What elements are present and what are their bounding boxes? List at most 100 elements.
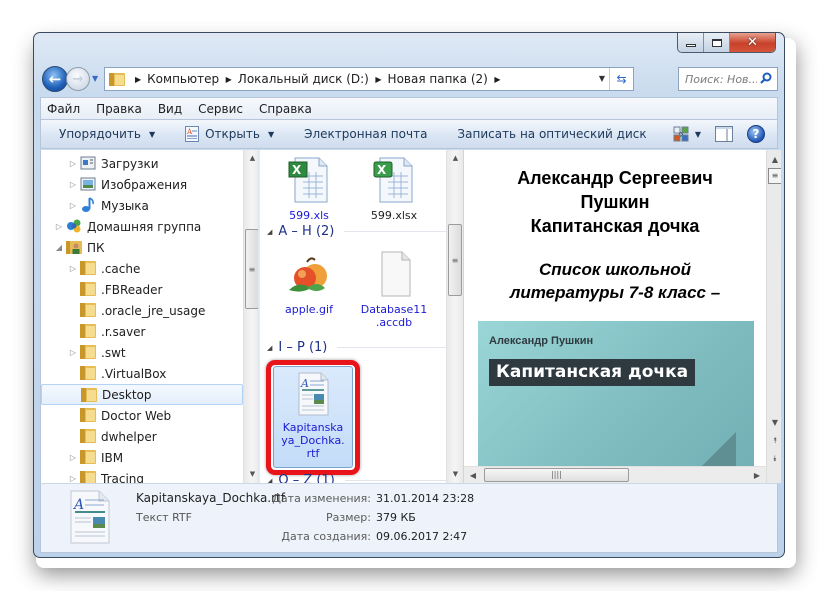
expand-arrow-icon[interactable]: ▷ bbox=[68, 180, 78, 189]
file-item[interactable]: X 599.xls bbox=[269, 156, 349, 222]
tree-item[interactable]: dwhelper bbox=[41, 426, 243, 447]
breadcrumb-new-folder[interactable]: Новая папка (2) ▶ bbox=[388, 72, 507, 86]
tree-item-label: .VirtualBox bbox=[101, 366, 167, 381]
tree-item[interactable]: .VirtualBox bbox=[41, 363, 243, 384]
open-button[interactable]: A Открыть ▼ bbox=[185, 126, 274, 142]
tree-item[interactable]: ▷ Домашняя группа bbox=[41, 216, 243, 237]
chevron-right-icon[interactable]: ▶ bbox=[492, 75, 500, 84]
previous-page-button[interactable]: ⯭ bbox=[767, 433, 781, 449]
menu-file[interactable]: Файл bbox=[47, 102, 80, 116]
caption-buttons: ✕ bbox=[677, 33, 776, 53]
svg-text:X: X bbox=[377, 163, 387, 177]
details-modified-value: 31.01.2014 23:28 bbox=[376, 492, 475, 505]
file-list-scrollbar[interactable]: ▲ ≡ ▼ bbox=[446, 150, 463, 483]
tree-item[interactable]: ◢ ПК bbox=[41, 237, 243, 258]
change-view-icon[interactable] bbox=[673, 126, 689, 142]
group-header-a-h[interactable]: ◢ A – H (2) bbox=[267, 224, 447, 239]
scroll-up-arrow[interactable]: ▲ bbox=[767, 152, 781, 168]
group-header-label: I – P (1) bbox=[278, 340, 328, 355]
file-item[interactable]: X 599.xlsx bbox=[354, 156, 434, 222]
organize-button[interactable]: Упорядочить ▼ bbox=[59, 127, 155, 141]
menu-view[interactable]: Вид bbox=[158, 102, 182, 116]
tree-item[interactable]: Desktop bbox=[41, 384, 243, 405]
file-name: apple.gif bbox=[285, 303, 333, 316]
burn-disc-button[interactable]: Записать на оптический диск bbox=[457, 127, 646, 141]
tree-item[interactable]: ▷ IBM bbox=[41, 447, 243, 468]
preview-horizontal-scrollbar[interactable]: ◀ |||| ▶ bbox=[464, 466, 766, 483]
scroll-thumb[interactable]: ≡ bbox=[245, 229, 259, 309]
details-size-label: Размер: bbox=[326, 511, 371, 524]
tree-item[interactable]: ▷ Музыка bbox=[41, 195, 243, 216]
expand-arrow-icon[interactable]: ▷ bbox=[68, 474, 78, 483]
breadcrumb-separator[interactable]: ▶ bbox=[131, 75, 147, 84]
tree-item[interactable]: ▷ Изображения bbox=[41, 174, 243, 195]
view-options-dropdown[interactable]: ▼ bbox=[695, 130, 701, 139]
tree-item-label: .FBReader bbox=[101, 282, 163, 297]
tree-item-label: .oracle_jre_usage bbox=[101, 303, 206, 318]
scroll-left-arrow[interactable]: ◀ bbox=[466, 467, 480, 483]
menu-edit[interactable]: Правка bbox=[96, 102, 142, 116]
search-icon[interactable] bbox=[760, 72, 772, 84]
address-bar[interactable]: ▶ Компьютер ▶ Локальный диск (D:) ▶ Нова… bbox=[104, 67, 634, 91]
chevron-right-icon[interactable]: ▶ bbox=[223, 75, 232, 84]
menu-tools[interactable]: Сервис bbox=[198, 102, 243, 116]
tree-item[interactable]: .FBReader bbox=[41, 279, 243, 300]
file-item[interactable]: apple.gif bbox=[269, 250, 349, 316]
group-header-label: O – Z (1) bbox=[278, 473, 335, 483]
tree-item[interactable]: ▷ .cache bbox=[41, 258, 243, 279]
tree-item-label: Домашняя группа bbox=[87, 219, 202, 234]
tree-item[interactable]: .oracle_jre_usage bbox=[41, 300, 243, 321]
preview-vertical-scrollbar[interactable]: ▲ ≡ ▼ ⯭ ⯯ bbox=[766, 150, 781, 483]
blank-document-icon bbox=[381, 251, 411, 297]
refresh-button[interactable]: ⇆ bbox=[609, 68, 633, 90]
maximize-button[interactable] bbox=[704, 33, 730, 52]
close-button[interactable]: ✕ bbox=[730, 33, 775, 52]
tree-item[interactable]: ▷ Tracing bbox=[41, 468, 243, 483]
file-item[interactable]: Database11 .accdb bbox=[354, 250, 434, 329]
scroll-right-arrow[interactable]: ▶ bbox=[750, 467, 764, 483]
next-page-button[interactable]: ⯯ bbox=[767, 451, 781, 467]
address-history-dropdown[interactable]: ▼ bbox=[599, 74, 605, 83]
tree-item[interactable]: Doctor Web bbox=[41, 405, 243, 426]
expand-arrow-icon[interactable]: ▷ bbox=[68, 159, 78, 168]
tree-item-label: IBM bbox=[101, 450, 124, 465]
scroll-thumb[interactable]: ≡ bbox=[768, 168, 781, 184]
expand-arrow-icon[interactable]: ▷ bbox=[68, 201, 78, 210]
expand-arrow-icon[interactable]: ▷ bbox=[68, 264, 78, 273]
group-divider bbox=[344, 480, 447, 481]
back-button[interactable]: ← bbox=[42, 66, 68, 92]
search-input[interactable] bbox=[685, 72, 757, 86]
scroll-thumb[interactable]: |||| bbox=[484, 468, 629, 482]
preview-pane-icon[interactable] bbox=[715, 126, 733, 142]
collapse-arrow-icon[interactable]: ◢ bbox=[54, 243, 64, 252]
document-icon: A bbox=[185, 126, 200, 142]
tree-item[interactable]: .r.saver bbox=[41, 321, 243, 342]
folder-icon bbox=[80, 470, 96, 483]
forward-button[interactable]: → bbox=[66, 67, 90, 91]
breadcrumb-local-disk[interactable]: Локальный диск (D:) ▶ bbox=[238, 72, 388, 86]
chevron-right-icon[interactable]: ▶ bbox=[373, 75, 381, 84]
expand-arrow-icon[interactable]: ▷ bbox=[54, 222, 64, 231]
breadcrumb-computer[interactable]: Компьютер ▶ bbox=[147, 72, 238, 86]
group-header-i-p[interactable]: ◢ I – P (1) bbox=[267, 340, 447, 355]
folder-icon bbox=[109, 73, 125, 86]
email-button[interactable]: Электронная почта bbox=[304, 127, 427, 141]
scroll-down-arrow[interactable]: ▼ bbox=[447, 466, 464, 483]
expand-arrow-icon[interactable]: ▷ bbox=[68, 348, 78, 357]
folder-icon bbox=[80, 323, 96, 339]
minimize-button[interactable] bbox=[678, 33, 704, 52]
help-icon[interactable]: ? bbox=[747, 125, 765, 143]
scroll-up-arrow[interactable]: ▲ bbox=[447, 150, 464, 167]
recent-pages-dropdown[interactable]: ▼ bbox=[92, 74, 102, 84]
chevron-down-icon[interactable]: ▼ bbox=[268, 130, 274, 139]
navigation-bar: ← → ▼ ▶ Компьютер ▶ Локальный диск (D:) … bbox=[42, 65, 778, 93]
scroll-thumb[interactable]: ≡ bbox=[448, 224, 462, 296]
search-box[interactable] bbox=[678, 67, 778, 91]
expand-arrow-icon[interactable]: ▷ bbox=[68, 453, 78, 462]
tree-item-label: .cache bbox=[101, 261, 141, 276]
menu-help[interactable]: Справка bbox=[259, 102, 312, 116]
tree-item[interactable]: ▷ .swt bbox=[41, 342, 243, 363]
tree-item[interactable]: ▷ Загрузки bbox=[41, 153, 243, 174]
scroll-down-arrow[interactable]: ▼ bbox=[767, 415, 781, 431]
group-header-o-z[interactable]: ◢ O – Z (1) bbox=[267, 473, 447, 483]
